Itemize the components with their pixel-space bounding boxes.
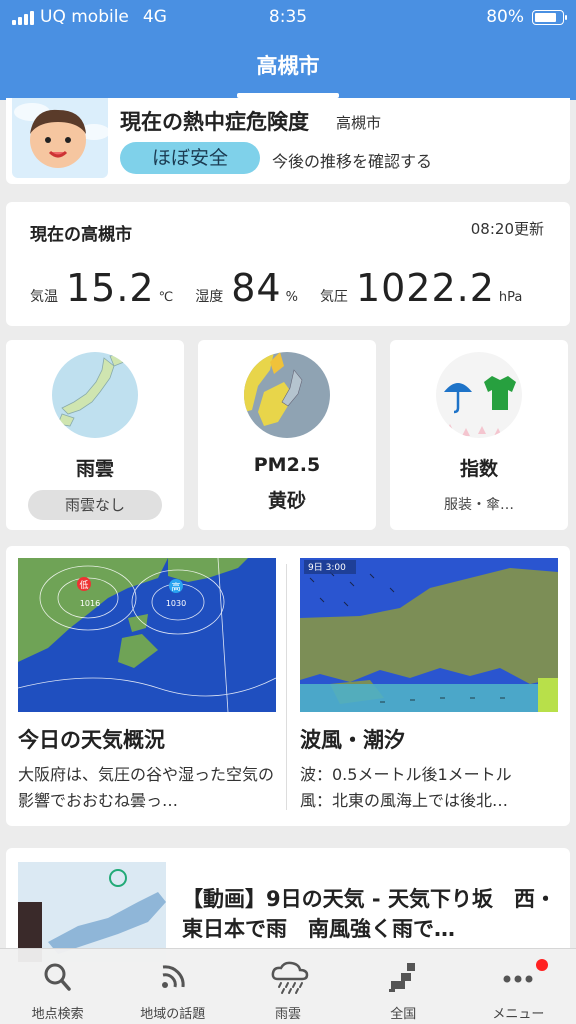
signal-icon — [12, 9, 34, 25]
temp-value: 15.2 — [66, 266, 155, 310]
app-header: UQ mobile 4G 8:35 80% 高槻市 — [0, 0, 576, 100]
heatstroke-card[interactable]: 現在の熱中症危険度 高槻市 ほぼ安全 今後の推移を確認する — [6, 98, 570, 184]
notification-dot — [536, 959, 549, 971]
tab-rain-cloud[interactable]: 雨雲 — [230, 949, 345, 1024]
tab-label: 全国 — [390, 1007, 417, 1022]
news-body-wave: 波：0.5メートル後1メートル 風：北東の風海上では後北… — [300, 762, 558, 814]
tab-location-search[interactable]: 地点検索 — [0, 949, 115, 1024]
rain-cloud-icon — [270, 961, 309, 994]
heatstroke-trend-link[interactable]: 今後の推移を確認する — [272, 148, 432, 172]
low-pressure-label: 低 — [79, 579, 88, 591]
weather-chart-image[interactable]: 低 1016 高 1030 — [18, 558, 276, 712]
status-bar: UQ mobile 4G 8:35 80% — [0, 0, 576, 34]
tab-label: メニュー — [492, 1007, 545, 1022]
high-pressure-hpa: 1030 — [166, 599, 186, 608]
wave-wind-map-image[interactable]: 9日 3:00 — [300, 558, 558, 712]
tab-menu[interactable]: メニュー — [461, 949, 576, 1024]
news-title-wave[interactable]: 波風・潮汐 — [300, 724, 405, 754]
tab-label: 雨雲 — [275, 1007, 302, 1022]
tile-label: 指数 — [459, 458, 498, 480]
current-conditions-card[interactable]: 現在の高槻市 08:20更新 気温 15.2 ℃ 湿度 84 % 気圧 1022… — [6, 202, 570, 326]
temp-unit: ℃ — [158, 290, 174, 305]
low-pressure-hpa: 1016 — [80, 599, 100, 608]
tab-label: 地点検索 — [31, 1007, 84, 1022]
carrier-label: UQ mobile — [40, 7, 129, 27]
tab-label: 地域の話題 — [140, 1007, 206, 1022]
rss-icon — [155, 961, 191, 993]
heatstroke-location: 高槻市 — [336, 114, 382, 132]
network-label: 4G — [142, 7, 167, 27]
rain-status-pill: 雨雲なし — [28, 490, 162, 520]
japan-map-icon — [385, 961, 421, 993]
temp-label: 気温 — [30, 289, 58, 305]
divider — [286, 564, 287, 810]
more-icon — [500, 961, 536, 993]
wind-line: 風：北東の風海上では後北… — [300, 791, 509, 810]
tile-sublabel: 服装・傘… — [444, 497, 514, 513]
rain-radar-map-icon — [52, 352, 138, 438]
pressure-value: 1022.2 — [355, 266, 495, 310]
updated-time: 08:20更新 — [470, 220, 544, 238]
battery-percent: 80% — [486, 7, 524, 27]
pm25-map-icon — [244, 352, 330, 438]
wave-line: 波：0.5メートル後1メートル — [300, 765, 512, 784]
map-time-label: 9日 3:00 — [308, 562, 346, 573]
pm25-tile[interactable]: PM2.5 黄砂 — [198, 340, 376, 530]
tile-sublabel: 黄砂 — [267, 490, 306, 512]
tab-local-topics[interactable]: 地域の話題 — [115, 949, 230, 1024]
battery-icon — [532, 9, 567, 25]
video-thumbnail — [18, 862, 166, 962]
tile-label: PM2.5 — [253, 454, 321, 476]
current-title: 現在の高槻市 — [30, 225, 132, 245]
heatstroke-level-badge: ほぼ安全 — [120, 142, 260, 174]
tab-nationwide[interactable]: 全国 — [346, 949, 461, 1024]
tile-label: 雨雲 — [75, 458, 114, 480]
search-icon — [40, 961, 76, 993]
news-title-weather[interactable]: 今日の天気概況 — [18, 724, 165, 754]
pressure-unit: hPa — [498, 290, 523, 305]
high-pressure-label: 高 — [171, 581, 180, 593]
umbrella-shirt-icon — [436, 352, 522, 438]
index-tile[interactable]: 指数 服装・傘… — [390, 340, 568, 530]
person-illustration-icon — [12, 98, 108, 178]
news-panel: 低 1016 高 1030 今日の天気概況 大阪府は、気圧の谷や湿った空気の影響… — [6, 546, 570, 826]
video-title: 【動画】9日の天気 - 天気下り坂 西・東日本で雨 南風強く雨で… — [182, 887, 556, 941]
news-body-weather: 大阪府は、気圧の谷や湿った空気の影響でおおむね曇っ… — [18, 765, 275, 810]
humidity-unit: % — [285, 290, 298, 305]
bottom-tab-bar: 地点検索 地域の話題 雨雲 全国 メニュー — [0, 948, 576, 1024]
page-title[interactable]: 高槻市 — [0, 50, 576, 80]
humidity-value: 84 — [231, 266, 282, 310]
pressure-label: 気圧 — [319, 289, 348, 305]
rain-cloud-tile[interactable]: 雨雲 雨雲なし — [6, 340, 184, 530]
heatstroke-title: 現在の熱中症危険度 — [120, 110, 309, 134]
humidity-label: 湿度 — [195, 289, 224, 305]
